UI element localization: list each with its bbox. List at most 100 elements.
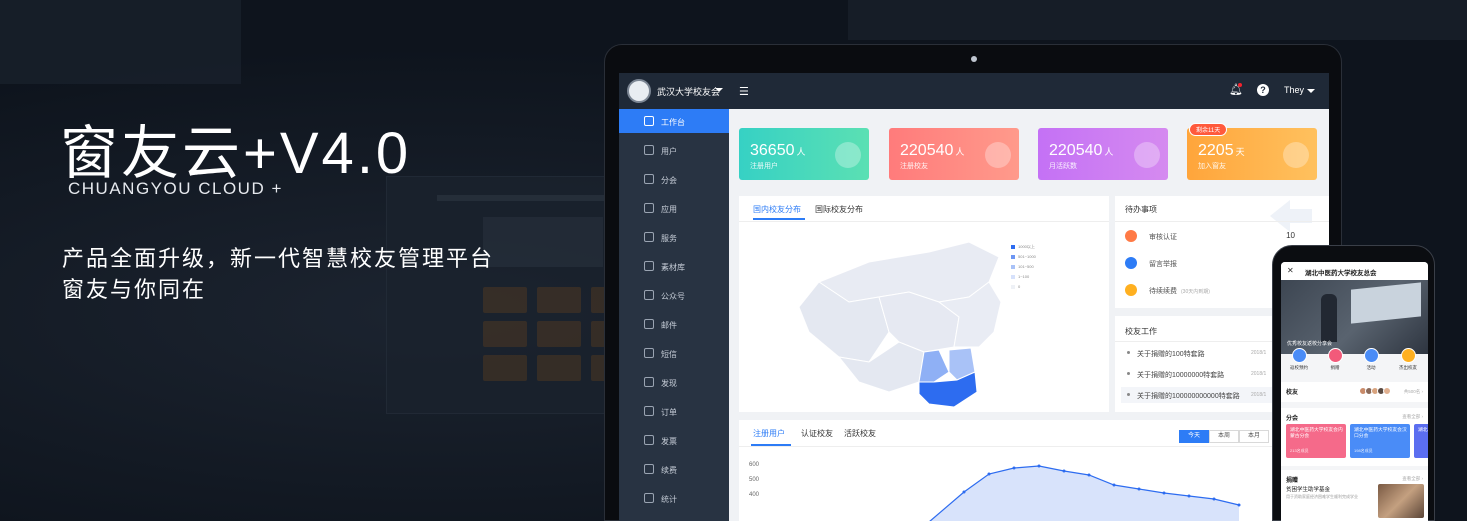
top-bar: 武汉大学校友会 ☰ 🔔︎ ? They: [619, 73, 1329, 109]
sidebar-item[interactable]: 公众号: [619, 283, 729, 307]
mail-icon: [644, 319, 654, 329]
branch-more-link[interactable]: 查看全部 ›: [1402, 414, 1423, 420]
todo-label: 留言举报: [1149, 261, 1177, 268]
sidebar-item-label: 公众号: [661, 292, 685, 301]
stat-unit: 人: [1104, 147, 1114, 157]
sidebar-item[interactable]: 发票: [619, 428, 729, 452]
stat-card[interactable]: 220540 人注册校友: [889, 128, 1019, 180]
stat-decor-icon: [835, 142, 861, 168]
donation-more-link[interactable]: 查看全部 ›: [1402, 476, 1423, 482]
donation-thumbnail[interactable]: [1378, 484, 1424, 518]
close-icon[interactable]: ✕: [1287, 266, 1294, 275]
quick-action-button[interactable]: 捐赠: [1317, 348, 1353, 371]
donation-section: 捐赠 查看全部 › 贫困学生助学基金 用于资助家庭经济困难学生顺利完成学业: [1281, 470, 1428, 521]
hamburger-menu-icon[interactable]: ☰: [739, 85, 749, 98]
sidebar-item[interactable]: 工作台: [619, 109, 729, 133]
warning-icon: [1125, 257, 1137, 269]
chevron-down-icon[interactable]: [1307, 89, 1315, 93]
sidebar-item-label: 续费: [661, 466, 677, 475]
donation-title: 捐赠: [1286, 478, 1299, 484]
tab-international[interactable]: 国际校友分布: [815, 204, 863, 215]
todo-item[interactable]: 审核认证 10: [1125, 228, 1295, 244]
tab-domestic[interactable]: 国内校友分布: [753, 204, 801, 215]
stat-decor-icon: [1283, 142, 1309, 168]
sidebar-item[interactable]: 分会: [619, 167, 729, 191]
renew-icon: [644, 464, 654, 474]
work-item[interactable]: 关于捐赠的100特套路 2018/1: [1121, 345, 1291, 361]
quick-action-icon: [1291, 348, 1307, 363]
phone-banner[interactable]: 优秀校友返校分享会: [1281, 280, 1428, 354]
quick-action-button[interactable]: 活动: [1353, 348, 1389, 371]
desktop-icon: [644, 116, 654, 126]
work-item[interactable]: 关于捐赠的100000000000特套路 2018/1: [1121, 387, 1291, 403]
quick-action-label: 杰出校友: [1399, 365, 1417, 370]
work-item-date: 2018/1: [1251, 371, 1267, 377]
sidebar-item[interactable]: 素材库: [619, 254, 729, 278]
todo-item[interactable]: 待续续费 (30天内到期): [1125, 282, 1295, 298]
wechat-icon: [644, 290, 654, 300]
stat-card[interactable]: 220540 人月活跃数: [1038, 128, 1168, 180]
donation-item-title[interactable]: 贫困学生助学基金: [1286, 485, 1330, 493]
main-content: 36650 人注册用户 220540 人注册校友 220540 人月活跃数 2205 天加入窗…: [729, 109, 1329, 521]
legend-item: 0: [1011, 284, 1020, 289]
branch-members: 198名成员: [1354, 448, 1373, 453]
bullet-icon: [1127, 393, 1130, 396]
bullet-icon: [1127, 372, 1130, 375]
sidebar-item[interactable]: 订单: [619, 399, 729, 423]
user-menu[interactable]: They: [1284, 85, 1304, 95]
quick-action-button[interactable]: 杰出校友: [1390, 348, 1426, 371]
stat-unit: 人: [796, 147, 806, 157]
branch-card[interactable]: 湖北校友会: [1414, 424, 1428, 458]
sidebar-item[interactable]: 发现: [619, 370, 729, 394]
help-icon[interactable]: ?: [1257, 84, 1269, 96]
sidebar-item[interactable]: 应用: [619, 196, 729, 220]
hero-tagline-2: 窗友与你同在: [62, 277, 207, 302]
sidebar-item[interactable]: 邮件: [619, 312, 729, 336]
work-title: 校友工作: [1125, 327, 1157, 336]
sidebar-item[interactable]: 用户: [619, 138, 729, 162]
sidebar-item-label: 发现: [661, 379, 677, 388]
todo-item[interactable]: 留言举报: [1125, 255, 1295, 271]
work-item[interactable]: 关于捐赠的10000000特套路 2018/1: [1121, 366, 1291, 382]
hero-tagline: 产品全面升级，新一代智慧校友管理平台: [62, 246, 495, 271]
quick-actions: 返校预约 捐赠 活动 杰出校友: [1281, 348, 1428, 378]
ghost-card: [483, 217, 603, 267]
chevron-down-icon[interactable]: [715, 88, 723, 92]
sidebar-item-label: 服务: [661, 234, 677, 243]
days-left-badge: 剩余11天: [1189, 123, 1228, 136]
file-icon: [644, 406, 654, 416]
work-item-date: 2018/1: [1251, 350, 1267, 356]
work-item-text: 关于捐赠的10000000特套路: [1137, 372, 1225, 379]
alumni-section: 校友 共500名 ›: [1281, 382, 1428, 402]
work-item-date: 2018/1: [1251, 392, 1267, 398]
sidebar-item[interactable]: 短信: [619, 341, 729, 365]
sidebar-item-label: 邮件: [661, 321, 677, 330]
stat-unit: 天: [1235, 147, 1245, 157]
message-icon: [644, 348, 654, 358]
branch-members: 213名成员: [1290, 448, 1309, 453]
org-selector[interactable]: 武汉大学校友会: [657, 85, 720, 98]
branch-card[interactable]: 湖北中医药大学校友会内蒙古分会 213名成员: [1286, 424, 1346, 458]
hero-subtitle: CHUANGYOU CLOUD +: [68, 179, 283, 198]
quick-action-icon: [1400, 348, 1416, 363]
legend-item: 1000以上: [1011, 244, 1035, 250]
sidebar: 工作台用户分会应用服务素材库公众号邮件短信发现订单发票续费统计: [619, 109, 729, 521]
lock-icon: [1125, 284, 1137, 296]
quick-action-button[interactable]: 返校预约: [1281, 348, 1317, 371]
quick-action-label: 活动: [1366, 365, 1376, 370]
quick-action-icon: [1327, 348, 1343, 363]
sidebar-item[interactable]: 统计: [619, 486, 729, 510]
id-card-icon: [1125, 230, 1137, 242]
branch-name: 湖北中医药大学校友会内蒙古分会: [1290, 428, 1343, 439]
branch-card[interactable]: 湖北中医药大学校友会汉口分会 198名成员: [1350, 424, 1410, 458]
background-decor-panel: [0, 0, 241, 84]
folder-icon: [644, 261, 654, 271]
sidebar-item[interactable]: 续费: [619, 457, 729, 481]
sidebar-item[interactable]: 服务: [619, 225, 729, 249]
stat-card[interactable]: 36650 人注册用户: [739, 128, 869, 180]
legend-item: 501~1000: [1011, 254, 1036, 259]
bar-chart-icon: [644, 493, 654, 503]
alumni-more-link[interactable]: 共500名 ›: [1404, 389, 1423, 395]
background-decor-panel: [848, 0, 1467, 40]
university-logo-icon[interactable]: [627, 79, 651, 103]
